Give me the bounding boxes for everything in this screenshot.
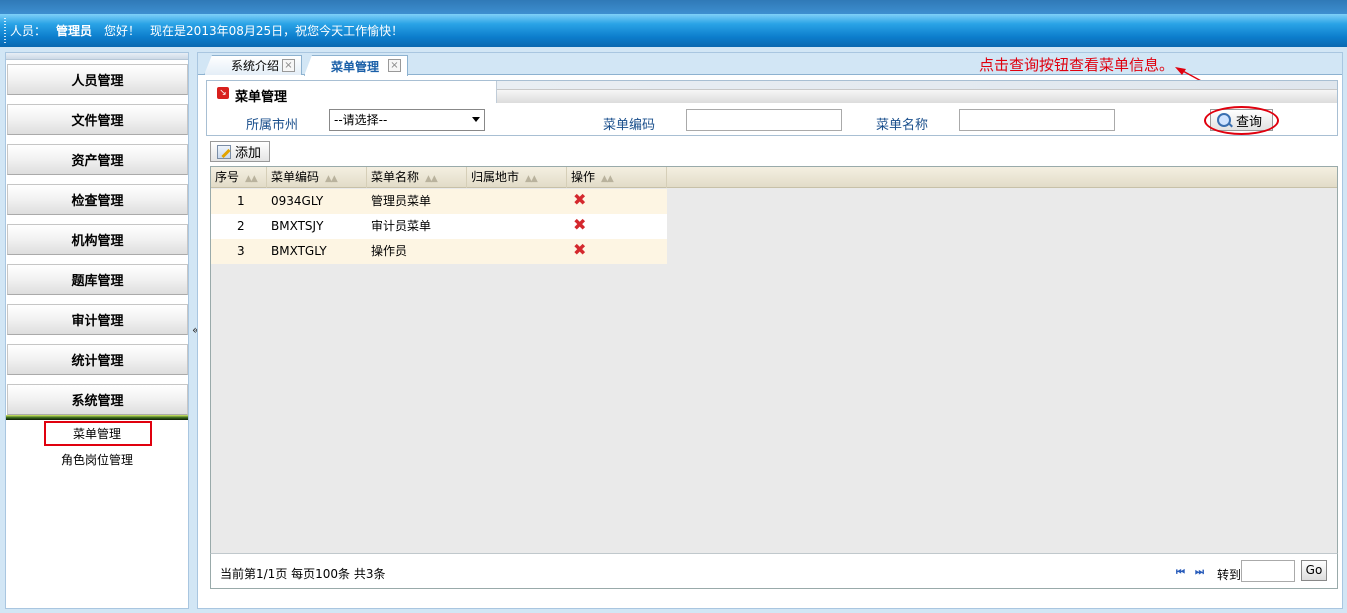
- cell-no: 1: [237, 194, 245, 208]
- chevron-down-icon: [472, 117, 480, 122]
- arrow-badge-icon: ↘: [217, 87, 229, 99]
- column-header-action[interactable]: 操作 ▲▲: [567, 167, 667, 188]
- column-header-name[interactable]: 菜单名称 ▲▲: [367, 167, 467, 188]
- greeting: 您好！: [104, 24, 141, 38]
- page-jump-input[interactable]: [1241, 560, 1295, 582]
- cell-code: BMXTGLY: [271, 244, 327, 258]
- sort-icon: ▲▲: [325, 174, 338, 184]
- edit-icon: [217, 144, 231, 159]
- menu-name-input[interactable]: [959, 109, 1115, 131]
- search-icon: [1217, 113, 1231, 127]
- cell-code: 0934GLY: [271, 194, 324, 208]
- grip-dots: [4, 18, 6, 44]
- go-button[interactable]: Go: [1301, 560, 1327, 581]
- cell-no: 2: [237, 219, 245, 233]
- tab-system-intro[interactable]: 系统介绍 ×: [204, 55, 302, 75]
- menu-personnel[interactable]: 人员管理: [7, 64, 188, 95]
- tab-menu-management[interactable]: 菜单管理 ×: [304, 55, 408, 76]
- sort-icon: ▲▲: [525, 174, 538, 184]
- menu-audit[interactable]: 审计管理: [7, 304, 188, 335]
- sidebar: 人员管理 文件管理 资产管理 检查管理 机构管理 题库管理 审计管理 统计管理 …: [5, 52, 189, 609]
- submenu-menu-management[interactable]: 菜单管理: [6, 425, 188, 442]
- menu-code-label: 菜单编码: [603, 118, 656, 133]
- table-row[interactable]: 1 0934GLY 管理员菜单 ✖: [211, 189, 667, 214]
- tab-label: 系统介绍: [231, 59, 280, 73]
- menu-question-bank[interactable]: 题库管理: [7, 264, 188, 295]
- user-label: 人员：: [10, 24, 47, 38]
- city-select-value: --请选择--: [334, 113, 388, 127]
- city-select[interactable]: --请选择--: [329, 109, 485, 131]
- query-button-label: 查询: [1236, 114, 1263, 130]
- table-row[interactable]: 2 BMXTSJY 审计员菜单 ✖: [211, 214, 667, 239]
- annotation-text: 点击查询按钮查看菜单信息。: [979, 56, 1175, 74]
- menu-table: 序号 ▲▲ 菜单编码 ▲▲ 菜单名称 ▲▲ 归属地市 ▲▲ 操作 ▲▲ 1 0934GLY…: [210, 166, 1338, 589]
- menu-name-label: 菜单名称: [876, 118, 929, 133]
- menu-organization[interactable]: 机构管理: [7, 224, 188, 255]
- last-page-icon[interactable]: ⏭: [1195, 567, 1204, 578]
- menu-system[interactable]: 系统管理: [7, 384, 188, 415]
- column-header-code[interactable]: 菜单编码 ▲▲: [267, 167, 367, 188]
- menu-files[interactable]: 文件管理: [7, 104, 188, 135]
- delete-icon[interactable]: ✖: [573, 217, 586, 233]
- close-icon[interactable]: ×: [388, 59, 401, 72]
- sort-icon: ▲▲: [245, 174, 258, 184]
- menu-statistics[interactable]: 统计管理: [7, 344, 188, 375]
- main-content: 系统介绍 × 菜单管理 × 点击查询按钮查看菜单信息。 ↘ 菜单管理 所属市州 …: [197, 52, 1343, 609]
- jump-label: 转到: [1217, 568, 1242, 582]
- top-banner: [0, 0, 1347, 14]
- delete-icon[interactable]: ✖: [573, 192, 586, 208]
- panel-header: ↘ 菜单管理: [207, 81, 1337, 105]
- submenu-role-position[interactable]: 角色岗位管理: [6, 451, 188, 468]
- cell-name: 审计员菜单: [371, 219, 432, 233]
- add-button[interactable]: 添加: [210, 141, 270, 162]
- cell-no: 3: [237, 244, 245, 258]
- tab-label: 菜单管理: [331, 59, 380, 74]
- page-info: 当前第1/1页 每页100条 共3条: [220, 567, 386, 581]
- table-row[interactable]: 3 BMXTGLY 操作员 ✖: [211, 239, 667, 264]
- cell-code: BMXTSJY: [271, 219, 324, 233]
- delete-icon[interactable]: ✖: [573, 242, 586, 258]
- sort-icon: ▲▲: [601, 174, 614, 184]
- column-header-no[interactable]: 序号 ▲▲: [211, 167, 267, 188]
- menu-code-input[interactable]: [686, 109, 842, 131]
- sort-icon: ▲▲: [425, 174, 438, 184]
- date-message: 现在是2013年08月25日，祝您今天工作愉快！: [150, 24, 404, 38]
- cell-name: 管理员菜单: [371, 194, 432, 208]
- menu-assets[interactable]: 资产管理: [7, 144, 188, 175]
- user-name: 管理员: [56, 24, 93, 38]
- panel-title: 菜单管理: [235, 90, 288, 105]
- add-button-label: 添加: [235, 146, 262, 161]
- sidebar-header: [6, 53, 188, 60]
- active-menu-indicator: [6, 415, 188, 420]
- cell-name: 操作员: [371, 244, 408, 258]
- column-header-city[interactable]: 归属地市 ▲▲: [467, 167, 567, 188]
- search-panel: ↘ 菜单管理 所属市州 --请选择-- 菜单编码 菜单名称 查询: [206, 80, 1338, 136]
- menu-inspection[interactable]: 检查管理: [7, 184, 188, 215]
- city-label: 所属市州: [246, 118, 299, 133]
- first-page-icon[interactable]: ⏮: [1176, 567, 1185, 578]
- table-header: 序号 ▲▲ 菜单编码 ▲▲ 菜单名称 ▲▲ 归属地市 ▲▲ 操作 ▲▲: [211, 167, 1337, 188]
- query-button[interactable]: 查询: [1210, 109, 1273, 131]
- close-icon[interactable]: ×: [282, 59, 295, 72]
- top-status-bar: 人员： 管理员 您好！ 现在是2013年08月25日，祝您今天工作愉快！: [0, 14, 1347, 47]
- pagination-bar: 当前第1/1页 每页100条 共3条 ⏮ ⏭ 转到 Go: [210, 553, 1338, 589]
